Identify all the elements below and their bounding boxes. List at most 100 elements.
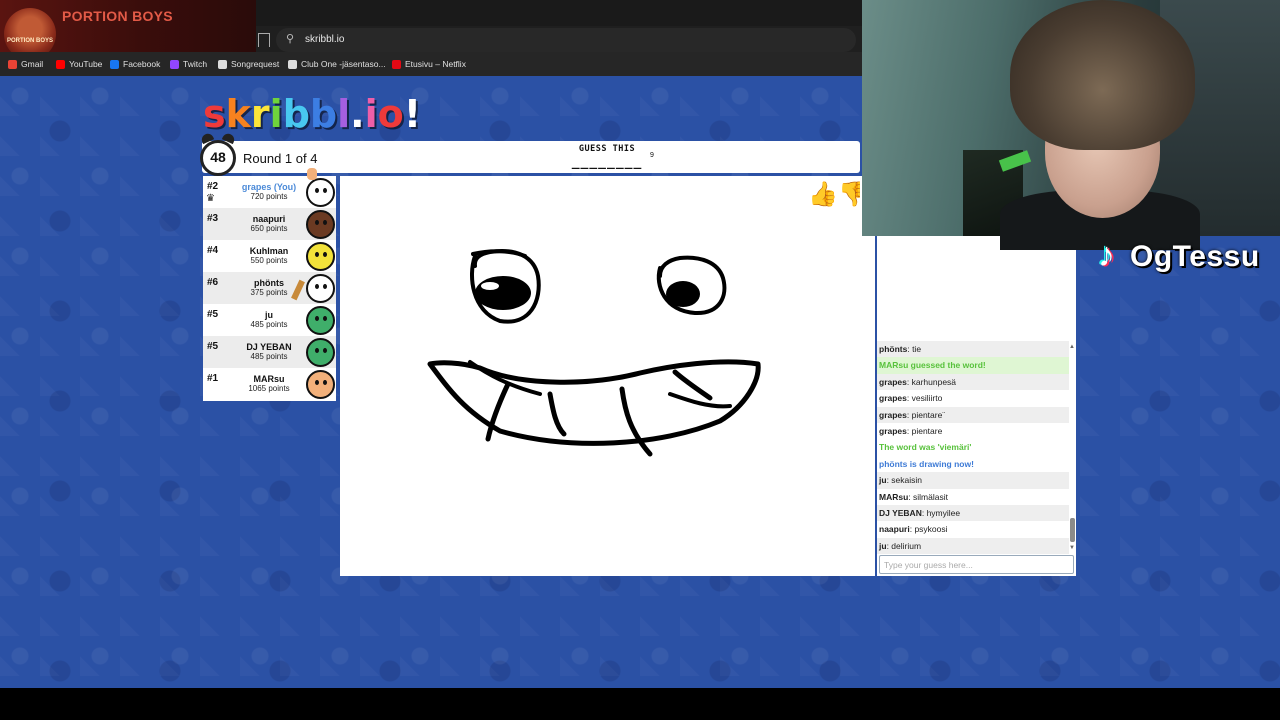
bookmark-3[interactable]: Twitch: [170, 58, 207, 71]
chat-message: grapes: pientare: [879, 425, 943, 436]
chat-message: ju: sekaisin: [877, 472, 1069, 489]
bookmark-label: Etusivu – Netflix: [405, 59, 466, 69]
mouse-cursor-icon: [307, 168, 317, 180]
player-row[interactable]: #3 naapuri 650 points: [203, 208, 336, 240]
tooth-2: [547, 391, 567, 437]
chat-message: DJ YEBAN: hymyilee: [877, 504, 1069, 522]
player-rank: #5: [207, 341, 219, 352]
address-bar[interactable]: ⚲ skribbl.io: [276, 28, 856, 52]
webcam-fur-hat: [1010, 0, 1195, 150]
player-points: 485 points: [250, 320, 288, 329]
guess-input[interactable]: [879, 555, 1074, 574]
logo-letter: k: [225, 92, 251, 136]
bookmark-label: Twitch: [183, 59, 208, 69]
right-pupil: [666, 281, 700, 307]
chat-message: phönts is drawing now!: [877, 456, 1069, 472]
tiktok-handle: OgTessu: [1130, 240, 1260, 273]
chat-username: grapes: [879, 409, 907, 420]
player-row[interactable]: #6 phönts 375 points: [203, 272, 336, 304]
logo-letter: l: [337, 92, 351, 136]
facebook-icon: [110, 60, 119, 69]
player-avatar-icon: [306, 274, 335, 303]
skribbl-logo: skribbl.io!: [203, 94, 421, 136]
logo-letter: !: [403, 92, 422, 136]
player-row[interactable]: #5 DJ YEBAN 485 points: [203, 336, 336, 368]
chat-text: pientare: [911, 425, 943, 436]
bookmark-label: Club One -jäsentaso...: [301, 59, 386, 69]
channel-banner: PORTION BOYS PORTION BOYS: [0, 0, 256, 52]
gmail-icon: [8, 60, 17, 69]
scroll-down-icon[interactable]: ▼: [1069, 545, 1075, 551]
chat-text: phönts is drawing now!: [879, 458, 974, 469]
chat-username: ju: [879, 475, 887, 486]
left-eye-shine: [481, 282, 499, 290]
player-avatar-icon: [306, 178, 335, 207]
word-hint: ________: [571, 155, 643, 170]
chat-username: phönts: [879, 344, 908, 354]
player-avatar-icon: [306, 370, 335, 399]
thumbs-up-icon[interactable]: 👍: [808, 180, 838, 210]
logo-letter: i: [364, 92, 378, 136]
bookmark-2[interactable]: Facebook: [110, 58, 160, 71]
tiktok-icon: [1094, 236, 1124, 275]
player-row[interactable]: #2 grapes (You) 720 points ♛: [203, 176, 336, 208]
player-avatar-icon: [306, 242, 335, 271]
player-row[interactable]: #4 Kuhlman 550 points: [203, 240, 336, 272]
tiktok-overlay: OgTessu: [1094, 236, 1260, 275]
player-rank: #2: [207, 181, 219, 192]
bookmark-6[interactable]: Etusivu – Netflix: [392, 58, 466, 71]
bookmark-1[interactable]: YouTube: [56, 58, 102, 71]
chat-text: The word was 'viemäri': [879, 442, 972, 453]
player-points: 650 points: [250, 224, 288, 233]
guess-this-label: GUESS THIS: [578, 144, 636, 154]
chat-message: grapes: vesiliirto: [879, 393, 943, 404]
bookmark-label: Gmail: [21, 59, 44, 69]
portion-boys-logo: PORTION BOYS: [4, 8, 56, 52]
logo-letter: .: [350, 92, 365, 136]
diamond-icon: [218, 60, 227, 69]
player-name: ju: [265, 310, 273, 320]
player-row[interactable]: #5 ju 485 points: [203, 304, 336, 336]
players-list: #2 grapes (You) 720 points ♛ #3 naapuri 650 po…: [203, 176, 336, 401]
chat-username: grapes: [879, 425, 907, 436]
player-avatar-icon: [306, 210, 335, 239]
player-rank: #1: [207, 373, 219, 384]
address-url: skribbl.io: [305, 34, 345, 45]
logo-letter: i: [269, 92, 283, 136]
bookmark-label: Facebook: [123, 59, 161, 69]
chat-username: DJ YEBAN: [879, 507, 922, 518]
mouth-curl: [668, 392, 732, 409]
chat-text: hymyilee: [926, 507, 961, 518]
chat-username: ju: [879, 540, 887, 551]
bookmark-0[interactable]: Gmail: [8, 58, 43, 71]
tooth-4: [672, 369, 713, 401]
chat-message: ju: delirium: [877, 537, 1069, 555]
chat-text: karhunpesä: [911, 376, 957, 387]
site-info-icon[interactable]: ⚲: [286, 33, 296, 45]
logo-letter: r: [250, 92, 270, 136]
logo-text: PORTION BOYS: [6, 38, 53, 44]
chat-message: naapuri: psykoosi: [879, 524, 948, 535]
banner-title: PORTION BOYS: [62, 8, 173, 24]
player-name: MARsu: [253, 374, 285, 384]
player-rank: #4: [207, 245, 219, 256]
chat-text: MARsu guessed the word!: [879, 360, 986, 371]
chat-message: grapes: karhunpesä: [877, 373, 1069, 391]
bookmark-icon[interactable]: [258, 33, 270, 47]
bookmark-5[interactable]: Club One -jäsentaso...: [288, 58, 386, 71]
scroll-up-icon[interactable]: ▲: [1069, 344, 1075, 350]
bookmark-label: Songrequest: [231, 59, 280, 69]
drawing-canvas[interactable]: [340, 176, 875, 576]
bookmark-label: YouTube: [69, 59, 103, 69]
player-row[interactable]: #1 MARsu 1065 points: [203, 368, 336, 400]
player-name: phönts: [254, 278, 284, 288]
chat-message: MARsu guessed the word!: [877, 357, 1069, 374]
bookmark-4[interactable]: Songrequest: [218, 58, 279, 71]
chat-username: MARsu: [879, 491, 909, 502]
drawing: [427, 249, 761, 457]
player-points: 485 points: [250, 352, 288, 361]
chat-text: sekaisin: [891, 475, 923, 486]
thumbs-down-icon[interactable]: 👎: [838, 180, 860, 210]
player-name: grapes (You): [241, 182, 297, 192]
chat-scrollbar[interactable]: [1070, 518, 1075, 542]
